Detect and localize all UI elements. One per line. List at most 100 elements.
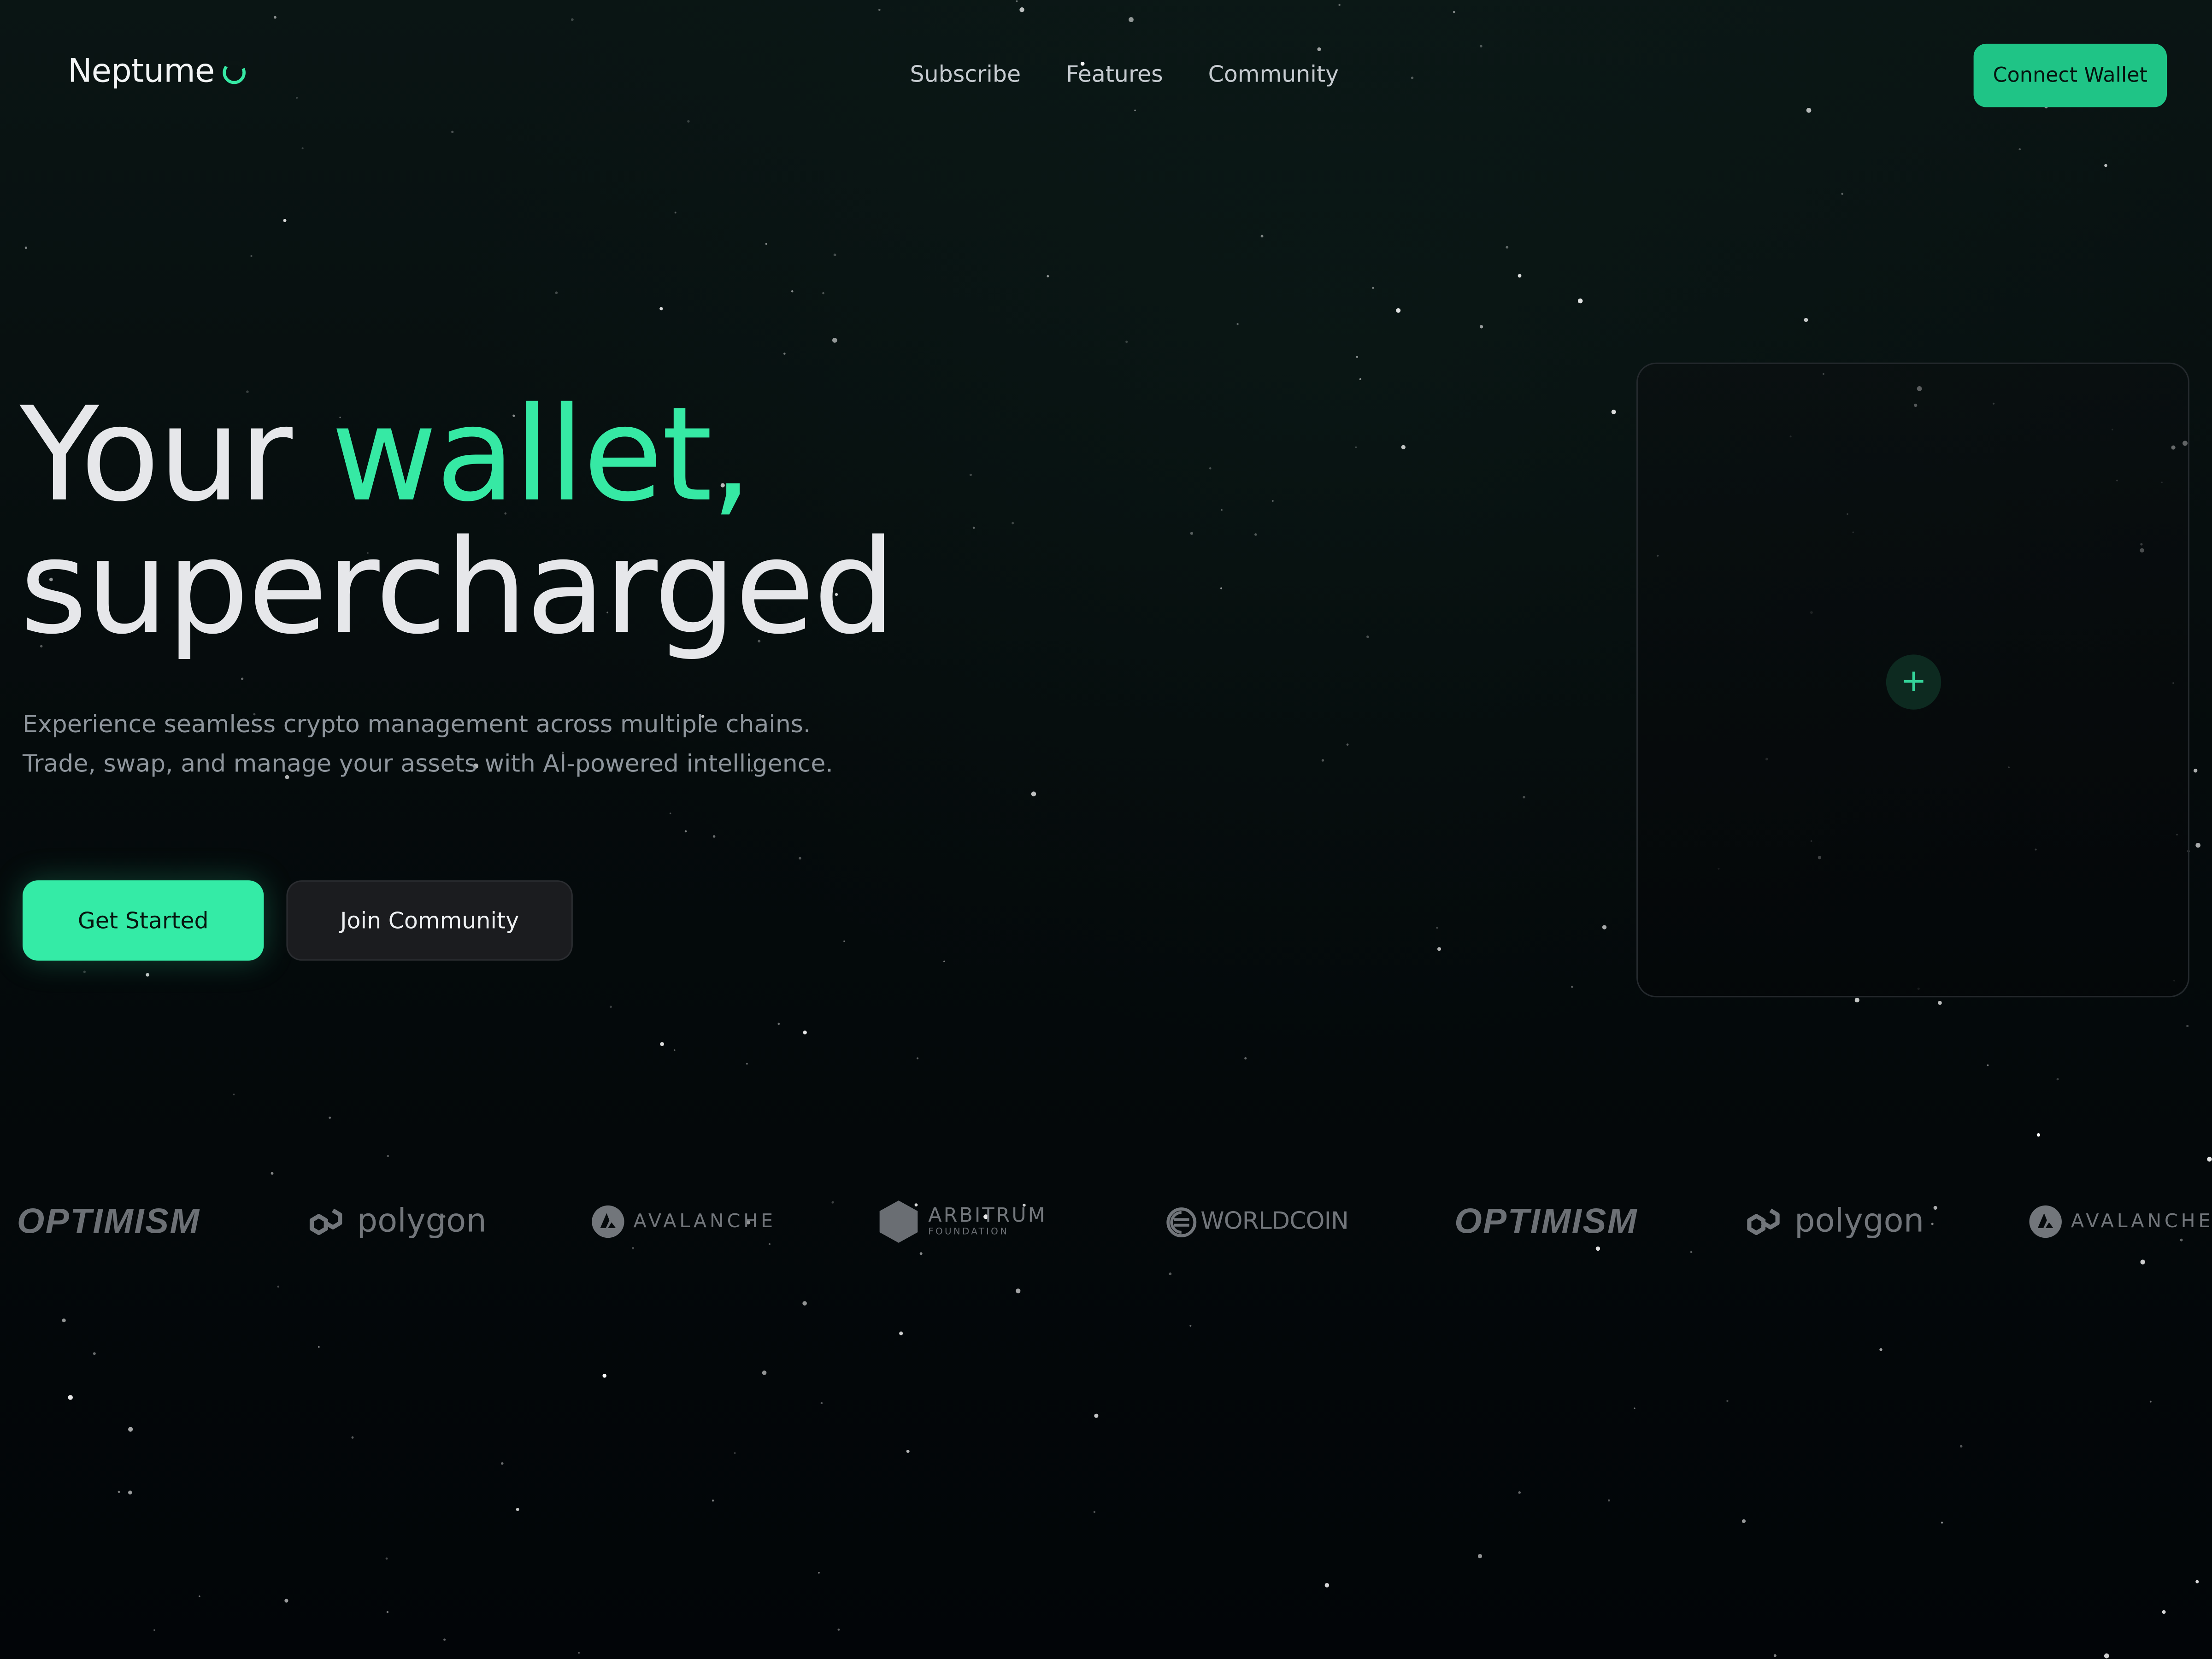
star — [83, 971, 86, 973]
star — [746, 1063, 748, 1065]
star — [2104, 164, 2107, 167]
star — [301, 147, 304, 149]
star — [199, 1595, 200, 1597]
star — [128, 1490, 132, 1494]
star — [1125, 341, 1128, 343]
star — [146, 973, 150, 977]
star — [68, 1395, 73, 1400]
star — [969, 473, 972, 476]
star — [837, 1628, 840, 1631]
star — [660, 1042, 664, 1046]
star — [916, 1057, 919, 1059]
star — [2186, 1024, 2189, 1027]
star — [1602, 925, 1607, 930]
connect-wallet-button[interactable]: Connect Wallet — [1973, 43, 2167, 107]
star — [1477, 1554, 1483, 1559]
star — [233, 1094, 235, 1095]
avalanche-icon — [592, 1205, 624, 1238]
avalanche-icon — [2029, 1205, 2062, 1238]
star — [1236, 323, 1239, 325]
star — [602, 1373, 607, 1378]
star — [578, 1652, 580, 1654]
star — [820, 1402, 823, 1404]
brand-logo[interactable]: Neptume — [68, 53, 248, 90]
star — [2056, 1078, 2059, 1081]
star — [386, 1611, 389, 1613]
star — [1260, 235, 1264, 238]
star — [1016, 1288, 1021, 1294]
star — [2193, 769, 2198, 773]
star — [1607, 1499, 1610, 1502]
star — [734, 1452, 736, 1454]
star — [687, 120, 690, 123]
partner-optimism: OPTIMISM — [17, 1182, 200, 1261]
nav-community[interactable]: Community — [1208, 61, 1339, 88]
star — [1356, 356, 1359, 358]
star — [1401, 445, 1406, 450]
star — [1019, 7, 1024, 12]
star — [2195, 842, 2200, 848]
plus-icon[interactable]: + — [1886, 654, 1941, 710]
star — [1134, 109, 1136, 112]
crescent-ring-icon — [223, 60, 246, 84]
star — [1523, 796, 1525, 799]
star — [1190, 532, 1193, 535]
star — [822, 292, 824, 294]
get-started-button[interactable]: Get Started — [22, 880, 264, 961]
star — [277, 1285, 279, 1288]
star — [1254, 533, 1257, 536]
star — [1355, 446, 1357, 448]
star — [2018, 148, 2021, 151]
star — [295, 96, 298, 99]
star — [1941, 1521, 1943, 1524]
star — [1938, 1000, 1942, 1005]
star — [1244, 1057, 1247, 1060]
star — [24, 246, 27, 249]
nav-features[interactable]: Features — [1066, 61, 1163, 88]
join-community-button[interactable]: Join Community — [286, 880, 573, 961]
star — [1346, 743, 1349, 746]
worldcoin-wordmark: WORLDCOIN — [1200, 1207, 1349, 1236]
star — [443, 1638, 446, 1641]
partner-arbitrum: ARBITRUM FOUNDATION — [877, 1182, 1047, 1261]
star — [1741, 1519, 1746, 1523]
star — [783, 353, 786, 355]
partner-optimism-2: OPTIMISM — [1454, 1182, 1638, 1261]
star — [659, 307, 663, 311]
optimism-wordmark: OPTIMISM — [17, 1201, 200, 1241]
polygon-wordmark: polygon — [357, 1203, 487, 1240]
nav-subscribe[interactable]: Subscribe — [910, 61, 1021, 88]
star — [1220, 587, 1223, 589]
page: Neptume Subscribe Features Community Con… — [0, 0, 2212, 1659]
star — [2207, 1157, 2212, 1162]
star — [2036, 1133, 2041, 1137]
star — [899, 1331, 903, 1335]
avalanche-wordmark: AVALANCHE — [2071, 1210, 2212, 1233]
star — [1189, 1324, 1192, 1327]
hero-subtitle: Experience seamless crypto management ac… — [22, 711, 833, 778]
star — [128, 1427, 133, 1432]
star — [1571, 985, 1573, 988]
star — [1773, 1654, 1777, 1657]
partner-logos: OPTIMISM polygon AVALANCHE ARBITRUM FOUN… — [0, 1182, 2212, 1267]
star — [273, 16, 276, 19]
star — [1436, 926, 1438, 929]
hero-title-word: Your — [19, 379, 293, 531]
star — [1518, 274, 1522, 278]
star — [943, 960, 945, 962]
star — [1726, 1400, 1729, 1402]
polygon-icon — [309, 1208, 342, 1235]
arbitrum-subtitle: FOUNDATION — [928, 1226, 1009, 1238]
star — [762, 1371, 767, 1375]
star — [2104, 1653, 2109, 1659]
star — [1453, 11, 1455, 13]
hero-title: Your wallet, supercharged — [20, 388, 896, 655]
star — [610, 1006, 612, 1008]
star — [2162, 1610, 2166, 1614]
star — [1321, 759, 1324, 762]
main-nav: Subscribe Features Community — [910, 61, 1339, 88]
star — [878, 9, 881, 11]
star — [1338, 4, 1341, 6]
star — [765, 243, 767, 245]
star — [1577, 298, 1583, 304]
